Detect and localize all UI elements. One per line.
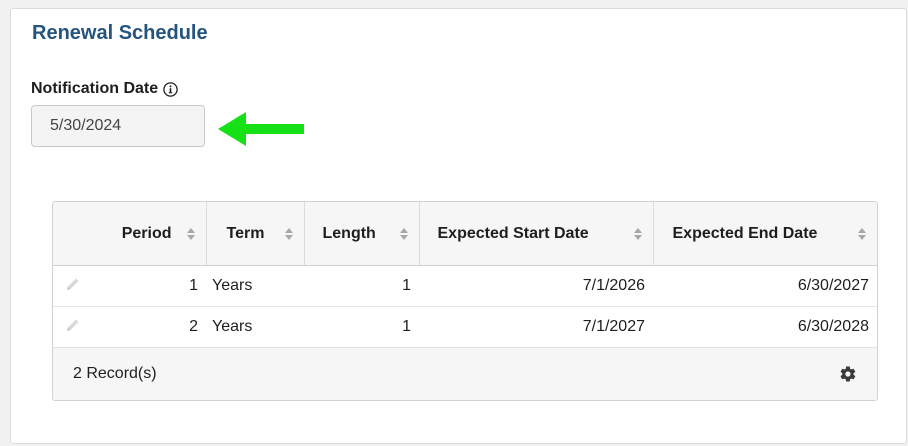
notification-date-input[interactable] bbox=[31, 105, 205, 147]
pencil-icon[interactable] bbox=[65, 317, 81, 333]
cell-expected-start-date: 7/1/2026 bbox=[419, 265, 653, 307]
cell-length: 1 bbox=[304, 306, 419, 348]
cell-expected-start-date: 7/1/2027 bbox=[419, 306, 653, 348]
cell-length: 1 bbox=[304, 265, 419, 307]
sort-icon[interactable] bbox=[633, 227, 643, 241]
column-header-length[interactable]: Length bbox=[304, 202, 420, 266]
column-header-expected-start-date[interactable]: Expected Start Date bbox=[419, 202, 654, 266]
notification-date-label: Notification Date bbox=[31, 80, 178, 98]
arrow-left-icon bbox=[218, 112, 304, 146]
info-icon[interactable] bbox=[163, 81, 178, 97]
column-header-period[interactable]: Period bbox=[103, 202, 207, 266]
sort-icon[interactable] bbox=[399, 227, 409, 241]
record-count: 2 Record(s) bbox=[73, 365, 157, 382]
cell-expected-end-date: 6/30/2027 bbox=[653, 265, 877, 307]
table-header-row: Period Term Length Expected Start Date E… bbox=[53, 202, 877, 266]
table-row: 1 Years 1 7/1/2026 6/30/2027 bbox=[53, 265, 877, 307]
cell-period: 2 bbox=[103, 306, 206, 348]
table-row: 2 Years 1 7/1/2027 6/30/2028 bbox=[53, 306, 877, 348]
cell-term: Years bbox=[206, 265, 304, 307]
sort-icon[interactable] bbox=[857, 227, 867, 241]
cell-period: 1 bbox=[103, 265, 206, 307]
gear-icon[interactable] bbox=[839, 365, 857, 383]
cell-expected-end-date: 6/30/2028 bbox=[653, 306, 877, 348]
column-header-term[interactable]: Term bbox=[206, 202, 305, 266]
sort-icon[interactable] bbox=[186, 227, 196, 241]
section-title: Renewal Schedule bbox=[32, 22, 208, 44]
renewal-schedule-table: Period Term Length Expected Start Date E… bbox=[52, 201, 878, 401]
renewal-schedule-card: Renewal Schedule Notification Date 5/30/… bbox=[10, 8, 907, 444]
pencil-icon[interactable] bbox=[65, 276, 81, 292]
cell-term: Years bbox=[206, 306, 304, 348]
notification-date-label-text: Notification Date bbox=[31, 80, 159, 97]
sort-icon[interactable] bbox=[284, 227, 294, 241]
column-header-expected-end-date[interactable]: Expected End Date bbox=[653, 202, 877, 266]
column-header-edit bbox=[53, 202, 103, 266]
table-footer: 2 Record(s) bbox=[53, 348, 877, 400]
